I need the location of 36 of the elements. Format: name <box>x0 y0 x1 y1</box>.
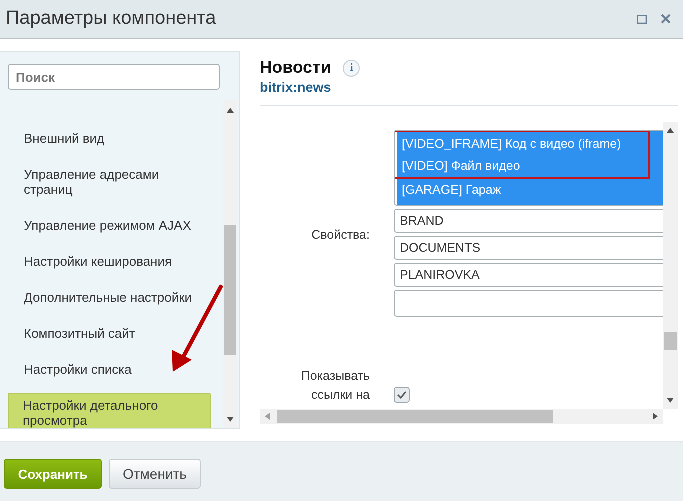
sidebar-item[interactable]: Управление режимом AJAX <box>8 208 211 244</box>
scroll-up-icon[interactable] <box>667 128 674 133</box>
sidebar-item[interactable]: Дополнительные настройки <box>8 280 211 316</box>
sidebar-item[interactable]: Композитный сайт <box>8 316 211 352</box>
scroll-down-icon[interactable] <box>667 398 674 403</box>
sidebar-item[interactable]: Настройки кеширования <box>8 244 211 280</box>
cancel-button[interactable]: Отменить <box>109 459 201 489</box>
info-button[interactable]: i <box>343 60 360 76</box>
scroll-up-icon[interactable] <box>227 108 234 113</box>
scroll-right-icon[interactable] <box>653 413 658 420</box>
checkmark-icon <box>397 391 407 399</box>
property-field[interactable]: BRAND <box>394 209 663 233</box>
checkbox[interactable] <box>394 387 410 403</box>
property-field[interactable] <box>394 290 663 317</box>
component-title: Новости <box>260 58 332 78</box>
scrollbar[interactable] <box>223 100 237 428</box>
sidebar-item[interactable]: Внешний вид <box>8 121 211 157</box>
maximize-icon[interactable] <box>637 14 647 24</box>
field-label: Свойства: <box>310 227 370 244</box>
scroll-thumb[interactable] <box>664 332 677 350</box>
sidebar-item[interactable]: Настройки списка <box>8 352 211 388</box>
field-label: Показывать ссылки на <box>300 368 370 404</box>
component-code: bitrix:news <box>260 80 332 95</box>
window-title: Параметры компонента <box>6 8 218 30</box>
property-field[interactable]: PLANIROVKA <box>394 263 663 287</box>
scroll-left-icon[interactable] <box>265 413 270 420</box>
search-field[interactable]: Поиск <box>8 64 220 90</box>
scroll-down-icon[interactable] <box>227 417 234 422</box>
close-icon[interactable] <box>661 14 671 24</box>
scroll-thumb[interactable] <box>224 225 236 355</box>
sidebar-item[interactable]: Настройки детального просмотра <box>8 393 211 428</box>
sidebar-item[interactable]: Управление адресами страниц <box>8 157 211 208</box>
vertical-scrollbar[interactable] <box>663 122 678 409</box>
property-field[interactable]: DOCUMENTS <box>394 236 663 260</box>
horizontal-scrollbar[interactable] <box>260 409 663 424</box>
scroll-thumb[interactable] <box>277 410 553 423</box>
